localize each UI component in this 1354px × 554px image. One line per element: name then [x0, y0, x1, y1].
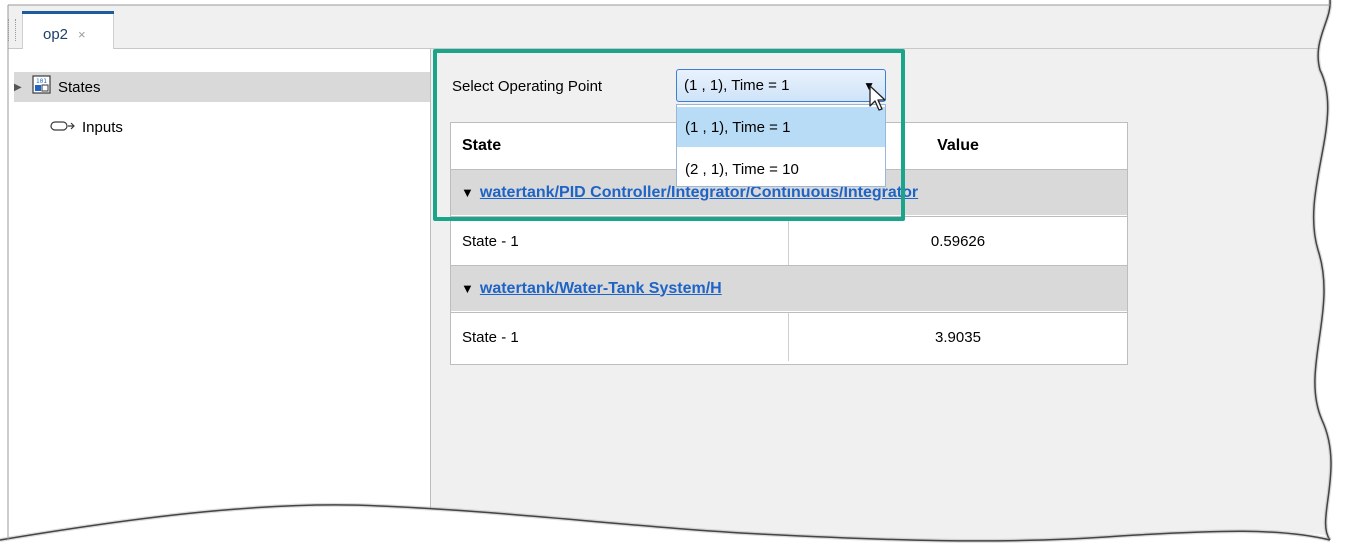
state-value-cell[interactable]: 3.9035: [789, 313, 1127, 361]
mouse-pointer-icon: [869, 85, 886, 111]
table-row: State - 1 3.9035: [451, 312, 1127, 361]
operating-point-dropdown[interactable]: (1 , 1), Time = 1 ▼: [676, 69, 886, 102]
collapse-triangle-icon[interactable]: ▼: [461, 185, 474, 200]
state-name-cell: State - 1: [451, 217, 789, 265]
tree-item-states[interactable]: ▶ 101 States: [14, 72, 430, 102]
document-tab-bar: op2 ×: [8, 5, 1330, 49]
group-row: ▼ watertank/Water-Tank System/H: [451, 265, 1127, 311]
table-row: State - 1 0.59626: [451, 216, 1127, 265]
tab-op2[interactable]: op2 ×: [22, 11, 114, 49]
tree-item-inputs[interactable]: Inputs: [50, 112, 123, 142]
tree-item-label: Inputs: [82, 118, 123, 136]
tab-grip-handle[interactable]: [8, 19, 16, 41]
states-block-icon: 101: [32, 75, 52, 99]
tab-label: op2: [43, 26, 69, 43]
tree-item-label: States: [58, 78, 101, 96]
expand-arrow-icon[interactable]: ▶: [14, 82, 26, 93]
svg-text:101: 101: [36, 78, 47, 85]
selected-value: (1 , 1), Time = 1: [684, 77, 790, 94]
block-path-link[interactable]: watertank/Water-Tank System/H: [480, 280, 722, 298]
option-time-10[interactable]: (2 , 1), Time = 10: [677, 149, 885, 189]
state-value-cell[interactable]: 0.59626: [789, 217, 1127, 265]
operating-point-window: op2 × ▶ 101 States Inputs Select Operati…: [0, 0, 1354, 554]
collapse-triangle-icon[interactable]: ▼: [461, 281, 474, 296]
operating-point-options-list: (1 , 1), Time = 1 (2 , 1), Time = 10: [676, 104, 886, 187]
input-port-icon: [50, 119, 76, 136]
option-time-1[interactable]: (1 , 1), Time = 1: [677, 107, 885, 147]
close-icon[interactable]: ×: [78, 27, 86, 42]
state-name-cell: State - 1: [451, 313, 789, 361]
operating-point-label: Select Operating Point: [452, 78, 603, 95]
